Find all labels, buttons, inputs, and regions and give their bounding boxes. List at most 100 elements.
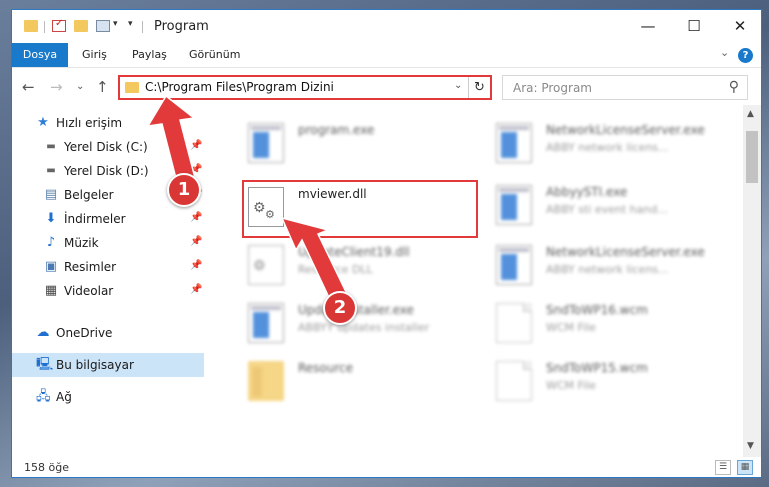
folder-icon xyxy=(248,361,284,401)
quick-access-customize-icon[interactable] xyxy=(96,20,110,32)
document-icon xyxy=(496,361,532,401)
chevron-down-icon[interactable]: ▾ xyxy=(113,19,118,29)
close-button[interactable]: ✕ xyxy=(717,10,761,43)
sidebar-item-downloads[interactable]: ⬇ İndirmeler 📌 xyxy=(12,207,204,231)
file-desc: ABBY network licens... xyxy=(546,141,669,154)
sidebar-label: Yerel Disk (D:) xyxy=(64,164,149,178)
file-list: program.exe ⚙ ⚙ mviewer.dll ⚙ UpdateClie… xyxy=(212,105,743,457)
refresh-icon[interactable]: ↻ xyxy=(468,77,490,98)
exe-icon xyxy=(496,245,532,285)
search-placeholder[interactable]: Ara: Program xyxy=(513,81,592,95)
address-path[interactable]: C:\Program Files\Program Dizini xyxy=(145,80,334,94)
pin-icon[interactable]: 📌 xyxy=(190,164,202,175)
tab-file[interactable]: Dosya xyxy=(12,43,68,67)
up-arrow-icon[interactable]: ↑ xyxy=(96,78,109,96)
tab-view[interactable]: Görünüm xyxy=(189,43,240,67)
explorer-window: ▾ ▾ Program — ☐ ✕ Dosya Giriş Paylaş Gör… xyxy=(11,9,762,478)
minimize-button[interactable]: — xyxy=(625,10,671,43)
star-icon: ★ xyxy=(37,115,49,130)
maximize-button[interactable]: ☐ xyxy=(671,10,717,43)
file-desc: WCM File xyxy=(546,321,596,334)
exe-icon xyxy=(496,185,532,225)
sidebar-label: Videolar xyxy=(64,284,114,298)
sidebar-item-quick-access[interactable]: ★ Hızlı erişim xyxy=(12,111,204,135)
sidebar-item-disk-c[interactable]: ▬ Yerel Disk (C:) 📌 xyxy=(12,135,204,159)
address-bar[interactable]: C:\Program Files\Program Dizini ⌄ ↻ xyxy=(118,75,492,100)
file-item[interactable]: Resource xyxy=(242,357,490,407)
folder-icon xyxy=(125,82,139,93)
forward-arrow-icon[interactable]: → xyxy=(50,78,63,96)
network-icon: 🖧 xyxy=(36,389,51,404)
file-desc: WCM File xyxy=(546,379,596,392)
sidebar-item-videos[interactable]: ▦ Videolar 📌 xyxy=(12,279,204,303)
file-name: SndToWP15.wcm xyxy=(546,361,648,375)
sidebar-label: Yerel Disk (C:) xyxy=(64,140,148,154)
sidebar-item-music[interactable]: ♪ Müzik 📌 xyxy=(12,231,204,255)
download-arrow-icon: ⬇ xyxy=(45,211,57,226)
scroll-up-icon[interactable]: ▲ xyxy=(747,109,754,119)
recent-locations-icon[interactable]: ⌄ xyxy=(76,81,84,92)
file-item[interactable]: SndToWP16.wcm WCM File xyxy=(490,299,738,349)
pin-icon[interactable]: 📌 xyxy=(190,260,202,271)
search-box[interactable]: Ara: Program ⚲ xyxy=(502,75,748,100)
sidebar-label: Bu bilgisayar xyxy=(56,358,134,372)
file-desc: Resource DLL xyxy=(298,263,373,276)
documents-icon: ▤ xyxy=(44,187,58,202)
file-item[interactable]: UpdateInstaller.exe ABBYY updates instal… xyxy=(242,299,490,349)
file-name: program.exe xyxy=(298,123,375,137)
document-icon xyxy=(496,303,532,343)
tab-share[interactable]: Paylaş xyxy=(132,43,167,67)
address-dropdown-icon[interactable]: ⌄ xyxy=(454,80,462,91)
file-item[interactable]: AbbyySTI.exe ABBY sti event hand... xyxy=(490,181,738,231)
pictures-icon: ▣ xyxy=(44,259,58,274)
exe-icon xyxy=(248,123,284,163)
sidebar-label: OneDrive xyxy=(56,326,113,340)
expand-ribbon-icon[interactable]: ⌄ xyxy=(720,46,729,59)
file-desc: ABBY network licens... xyxy=(546,263,669,276)
details-view-icon[interactable]: ☰ xyxy=(715,460,731,475)
file-name: SndToWP16.wcm xyxy=(546,303,648,317)
file-name: UpdateClient19.dll xyxy=(298,245,410,259)
folder-icon xyxy=(24,20,38,32)
tab-home[interactable]: Giriş xyxy=(82,43,107,67)
pin-icon[interactable]: 📌 xyxy=(190,140,202,151)
window-title: Program xyxy=(154,19,209,34)
dropdown-arrow-icon[interactable]: ▾ xyxy=(128,19,133,29)
help-icon[interactable]: ? xyxy=(738,48,753,63)
sidebar-item-this-pc[interactable]: 🖳 Bu bilgisayar xyxy=(12,353,204,377)
pin-icon[interactable]: 📌 xyxy=(190,212,202,223)
search-icon[interactable]: ⚲ xyxy=(729,79,739,95)
scroll-thumb[interactable] xyxy=(746,131,758,183)
sidebar-label: Belgeler xyxy=(64,188,114,202)
file-item[interactable]: program.exe xyxy=(242,119,490,169)
item-count: 158 öğe xyxy=(24,461,69,474)
scroll-down-icon[interactable]: ▼ xyxy=(747,441,754,451)
sidebar-label: Müzik xyxy=(64,236,99,250)
sidebar-label: İndirmeler xyxy=(64,212,126,226)
file-desc: ABBYY updates installer xyxy=(298,321,430,334)
sidebar-label: Resimler xyxy=(64,260,117,274)
file-item[interactable]: NetworkLicenseServer.exe ABBY network li… xyxy=(490,241,738,291)
sidebar-item-network[interactable]: 🖧 Ağ xyxy=(12,385,204,409)
sidebar-item-onedrive[interactable]: ☁ OneDrive xyxy=(12,321,204,345)
file-item[interactable]: SndToWP15.wcm WCM File xyxy=(490,357,738,407)
ribbon: Dosya Giriş Paylaş Görünüm ⌄ ? xyxy=(12,43,761,67)
music-note-icon: ♪ xyxy=(46,235,56,250)
exe-icon xyxy=(496,123,532,163)
film-icon: ▦ xyxy=(44,283,58,298)
file-item[interactable]: ⚙ UpdateClient19.dll Resource DLL xyxy=(242,241,490,291)
sidebar-label: Ağ xyxy=(56,390,72,404)
drive-icon: ▬ xyxy=(46,141,56,152)
file-item[interactable]: NetworkLicenseServer.exe ABBY network li… xyxy=(490,119,738,169)
pin-icon[interactable]: 📌 xyxy=(190,284,202,295)
sidebar-item-pictures[interactable]: ▣ Resimler 📌 xyxy=(12,255,204,279)
vertical-scrollbar[interactable]: ▲ ▼ xyxy=(743,105,761,457)
pin-icon[interactable]: 📌 xyxy=(190,236,202,247)
back-arrow-icon[interactable]: ← xyxy=(22,78,35,96)
file-name: Resource xyxy=(298,361,354,375)
new-folder-icon[interactable] xyxy=(74,20,88,32)
file-name: NetworkLicenseServer.exe xyxy=(546,245,705,259)
navigation-bar: ← → ⌄ ↑ C:\Program Files\Program Dizini … xyxy=(12,67,761,105)
properties-check-icon[interactable] xyxy=(52,18,66,32)
large-icons-view-icon[interactable]: ▦ xyxy=(737,460,753,475)
